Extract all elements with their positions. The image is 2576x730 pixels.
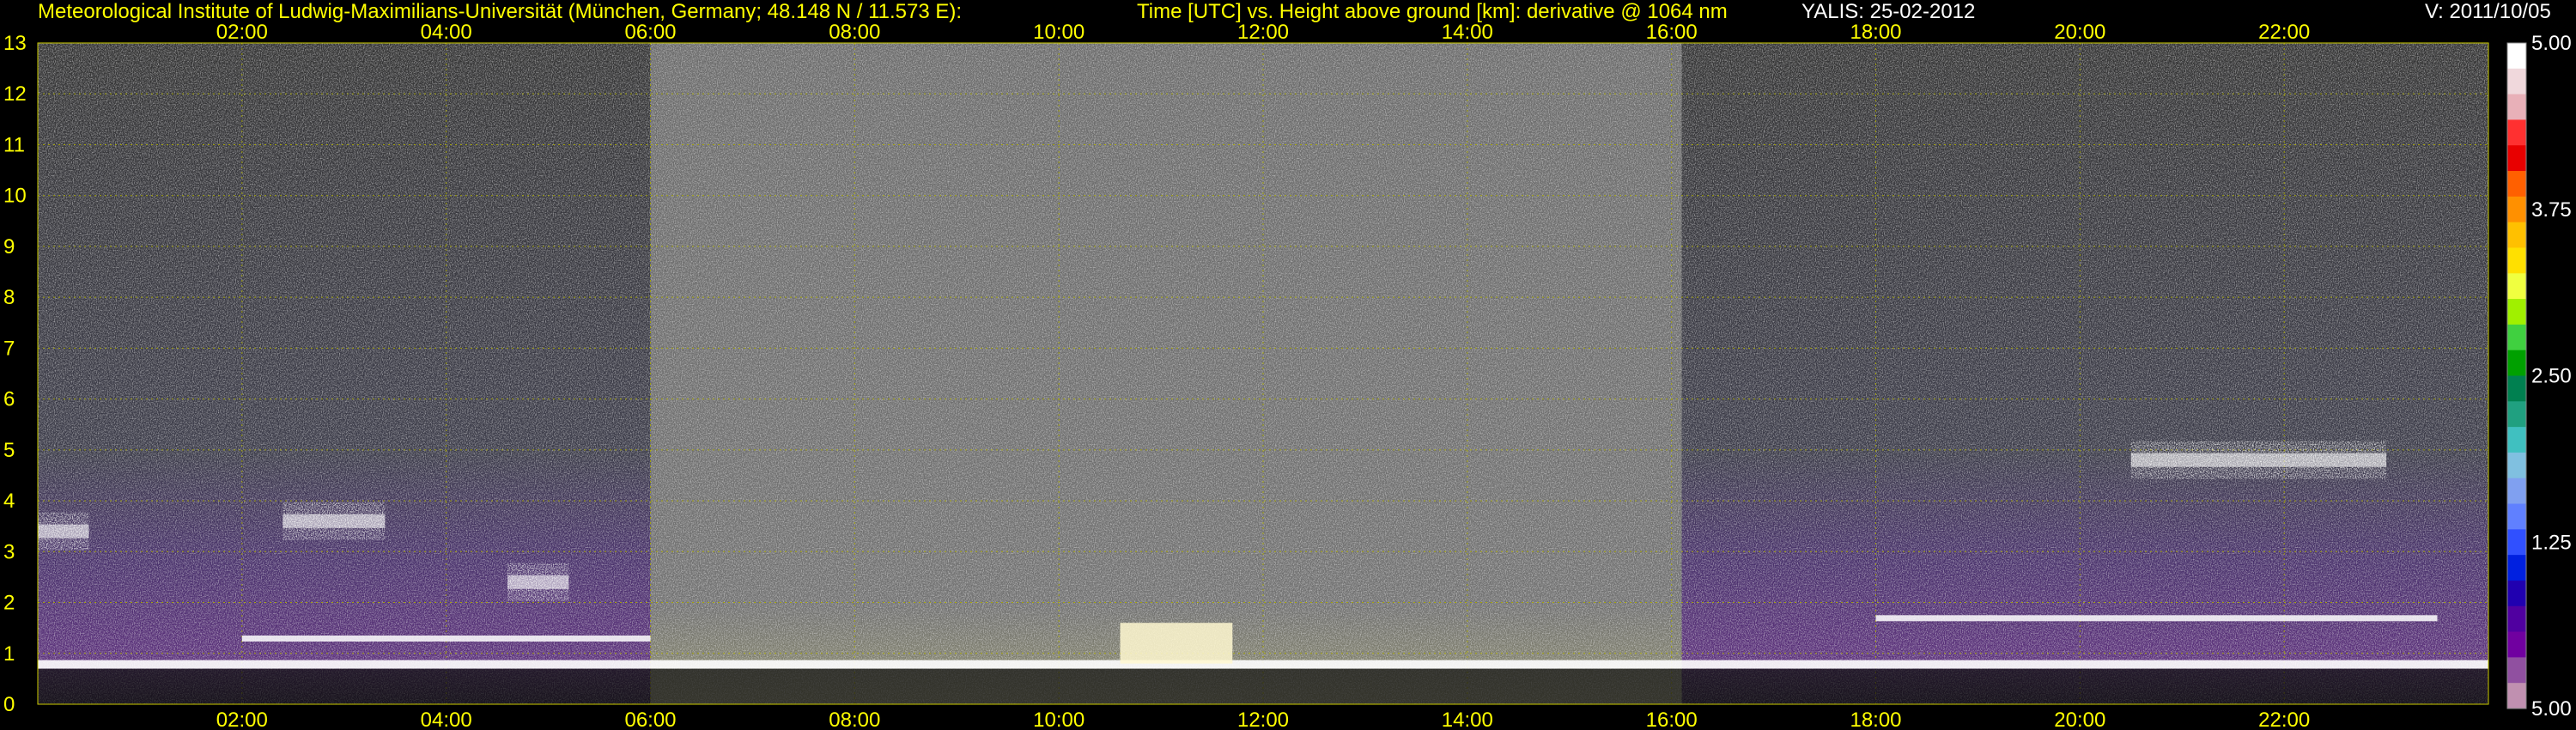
cloud-core <box>2130 453 2387 467</box>
y-tick-label: 0 <box>3 693 15 716</box>
colorbar-segment <box>2507 94 2526 120</box>
x-tick-label-top: 22:00 <box>2258 21 2310 44</box>
x-tick-label-bottom: 10:00 <box>1033 709 1084 730</box>
colorbar-tick-label: 3.75 <box>2531 198 2572 222</box>
x-tick-label-top: 12:00 <box>1237 21 1289 44</box>
y-tick-label: 10 <box>3 185 27 208</box>
y-tick-label: 1 <box>3 642 15 666</box>
x-tick-label-bottom: 02:00 <box>216 709 268 730</box>
x-tick-label-bottom: 14:00 <box>1442 709 1493 730</box>
x-tick-label-top: 16:00 <box>1646 21 1698 44</box>
colorbar-tick-label: 2.50 <box>2531 365 2572 388</box>
aerosol-layer-line <box>1875 615 2438 622</box>
colorbar-segment <box>2507 299 2526 325</box>
colorbar-segment <box>2507 555 2526 581</box>
y-tick-label: 8 <box>3 286 15 309</box>
colorbar-segment <box>2507 580 2526 607</box>
colorbar-segment <box>2507 503 2526 530</box>
colorbar-segment <box>2507 324 2526 351</box>
y-tick-label: 13 <box>3 32 27 55</box>
colorbar-segment <box>2507 222 2526 248</box>
x-tick-label-bottom: 18:00 <box>1850 709 1901 730</box>
x-tick-label-top: 20:00 <box>2054 21 2105 44</box>
colorbar-segment <box>2507 273 2526 300</box>
y-tick-label: 11 <box>3 133 25 156</box>
boundary-layer-line <box>38 660 2488 669</box>
x-tick-label-top: 06:00 <box>624 21 676 44</box>
colorbar-segment <box>2507 171 2526 198</box>
y-tick-label: 3 <box>3 540 15 563</box>
x-tick-label-bottom: 06:00 <box>624 709 676 730</box>
y-tick-label: 7 <box>3 337 15 360</box>
aerosol-layer-line <box>241 636 651 642</box>
y-tick-label: 4 <box>3 490 15 513</box>
colorbar-segment <box>2507 145 2526 172</box>
colorbar-segment <box>2507 427 2526 453</box>
colorbar-segment <box>2507 605 2526 633</box>
x-tick-label-top: 04:00 <box>421 21 472 44</box>
colorbar-segment <box>2507 657 2526 684</box>
x-tick-label-top: 10:00 <box>1033 21 1084 44</box>
colorbar-segment <box>2507 529 2526 556</box>
y-tick-label: 12 <box>3 82 27 106</box>
lidar-chart: 02:00 02:00 04:00 04:00 06:00 06:00 08:00 08:00… <box>3 21 2572 730</box>
colorbar-segment <box>2507 247 2526 274</box>
y-tick-label: 2 <box>3 592 15 615</box>
colorbar-segment <box>2507 350 2526 376</box>
y-tick-label: 9 <box>3 235 15 259</box>
colorbar-segment <box>2507 68 2526 95</box>
cloud-core <box>283 514 386 528</box>
colorbar-segment <box>2507 683 2526 709</box>
colorbar-tick-label: 5.00 <box>2531 32 2572 55</box>
x-tick-label-bottom: 04:00 <box>421 709 472 730</box>
y-tick-label: 5 <box>3 439 15 462</box>
x-tick-label-top: 14:00 <box>1442 21 1493 44</box>
colorbar-segment <box>2507 452 2526 479</box>
colorbar-segment <box>2507 401 2526 428</box>
x-tick-label-bottom: 12:00 <box>1237 709 1289 730</box>
y-tick-label: 6 <box>3 388 15 411</box>
x-tick-label-bottom: 08:00 <box>829 709 880 730</box>
colorbar-segment <box>2507 43 2526 70</box>
x-tick-label-bottom: 20:00 <box>2054 709 2105 730</box>
colorbar-segment <box>2507 478 2526 505</box>
colorbar-tick-label: 5.00 <box>2531 697 2572 721</box>
x-tick-label-top: 02:00 <box>216 21 268 44</box>
x-tick-label-top: 18:00 <box>1850 21 1901 44</box>
colorbar-segment <box>2507 631 2526 658</box>
cloud-core <box>507 575 569 589</box>
near-ground-band <box>38 668 2488 704</box>
midday-bright-signal <box>1120 623 1233 664</box>
x-tick-label-bottom: 16:00 <box>1646 709 1698 730</box>
cloud-core <box>38 524 89 538</box>
colorbar-segment <box>2507 375 2526 402</box>
x-tick-label-bottom: 22:00 <box>2258 709 2310 730</box>
colorbar-segment <box>2507 119 2526 146</box>
x-tick-label-top: 08:00 <box>829 21 880 44</box>
colorbar-tick-label: 1.25 <box>2531 531 2572 554</box>
colorbar-segment <box>2507 196 2526 223</box>
